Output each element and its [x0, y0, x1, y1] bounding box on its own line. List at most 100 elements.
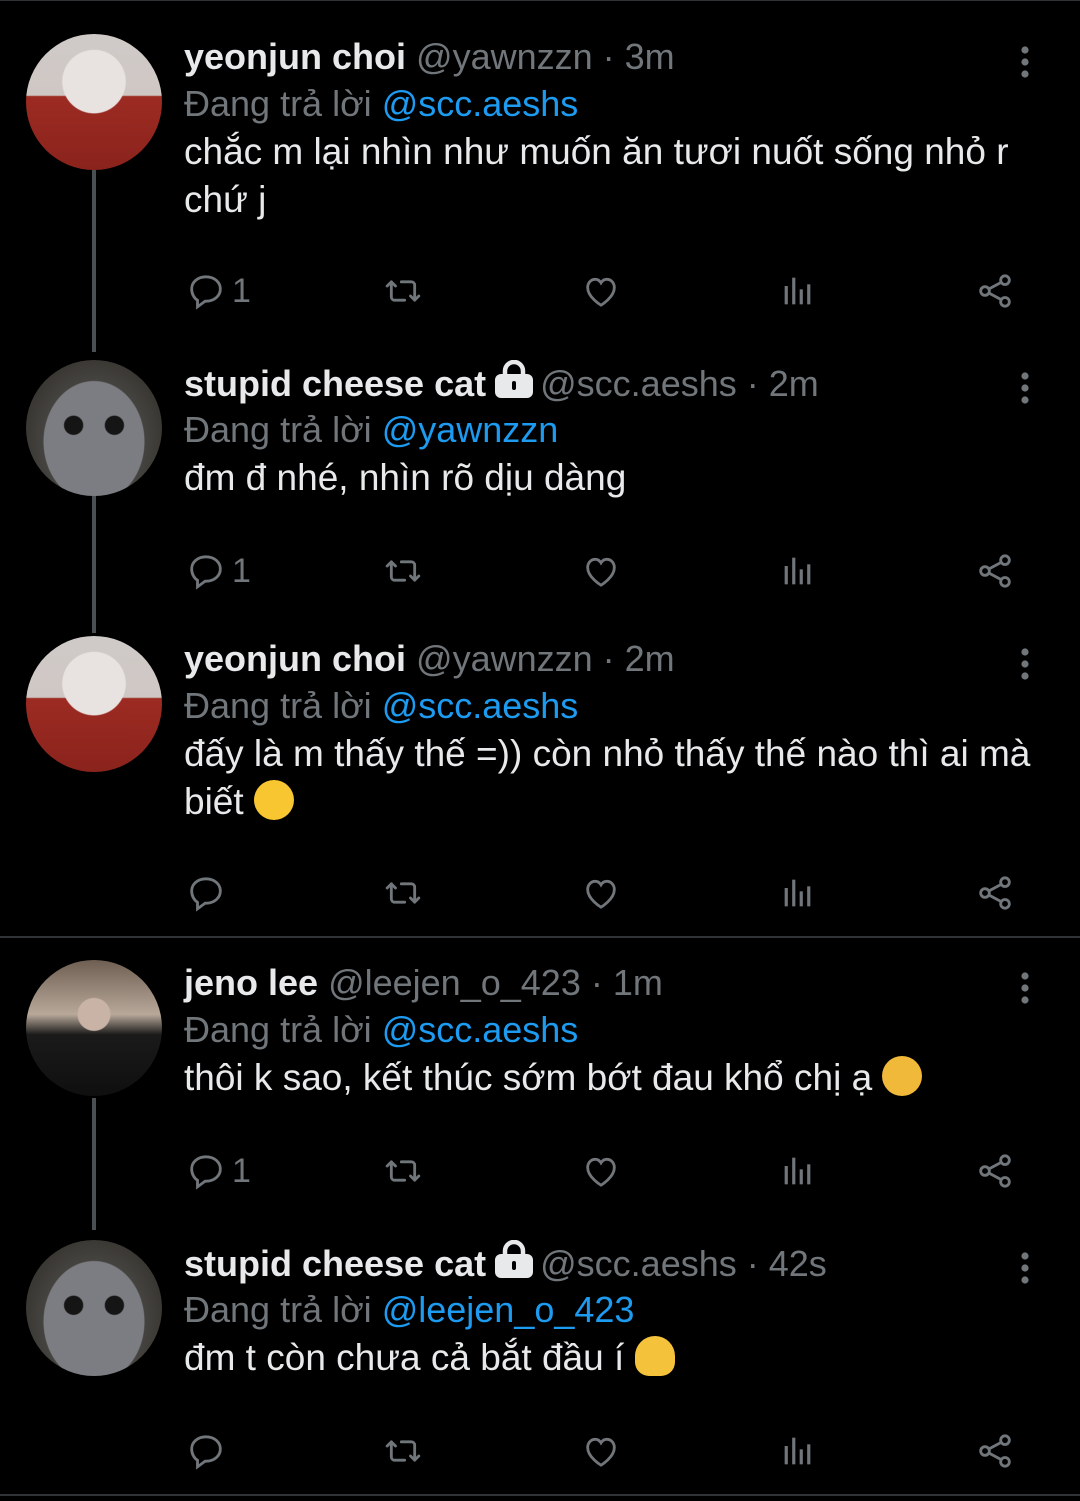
- views-button[interactable]: [778, 1146, 818, 1196]
- smiling-emoji: [882, 1056, 923, 1096]
- tweet[interactable]: yeonjun choi @yawnzzn · 2m Đang trả lời @sc…: [0, 636, 1080, 926]
- views-button[interactable]: [778, 1426, 818, 1476]
- share-button[interactable]: [974, 1146, 1016, 1196]
- retweet-button[interactable]: [380, 546, 426, 596]
- top-divider: [0, 0, 1080, 11]
- views-button[interactable]: [778, 546, 818, 596]
- action-bar: [184, 868, 1044, 918]
- melting-face-emoji: [634, 1336, 675, 1376]
- like-button[interactable]: [580, 868, 622, 918]
- user-handle[interactable]: @scc.aeshs: [540, 1243, 737, 1284]
- user-handle[interactable]: @yawnzzn: [416, 638, 593, 679]
- separator-dot: ·: [746, 1243, 759, 1284]
- share-button[interactable]: [974, 266, 1016, 316]
- user-handle[interactable]: @yawnzzn: [416, 36, 593, 77]
- reply-button[interactable]: 1: [186, 266, 251, 316]
- share-icon: [979, 274, 1011, 308]
- retweet-button[interactable]: [380, 266, 426, 316]
- tweet-text-content: đấy là m thấy thế =)) còn nhỏ thấy thế n…: [184, 733, 1031, 822]
- more-icon[interactable]: [1012, 368, 1038, 408]
- mention-link[interactable]: @scc.aeshs: [382, 83, 579, 124]
- views-button[interactable]: [778, 868, 818, 918]
- tweet[interactable]: yeonjun choi @yawnzzn · 3m Đang trả lời @sc…: [0, 34, 1080, 334]
- user-handle[interactable]: @leejen_o_423: [328, 962, 581, 1003]
- reply-count: 1: [232, 551, 251, 590]
- tweet[interactable]: stupid cheese cat @scc.aeshs · 2m Đang trả l…: [0, 359, 1080, 620]
- views-button[interactable]: [778, 266, 818, 316]
- display-name[interactable]: jeno lee: [184, 962, 318, 1003]
- reply-icon: [190, 555, 222, 590]
- tweet[interactable]: jeno lee @leejen_o_423 · 1m Đang trả lời @s…: [0, 960, 1080, 1220]
- share-button[interactable]: [974, 868, 1016, 918]
- like-button[interactable]: [580, 1426, 622, 1476]
- more-icon[interactable]: [1012, 1248, 1038, 1288]
- share-icon: [979, 554, 1011, 588]
- reply-button[interactable]: [186, 868, 232, 918]
- reply-icon: [190, 877, 222, 912]
- like-icon: [586, 879, 616, 909]
- timestamp[interactable]: 2m: [625, 638, 675, 679]
- timestamp[interactable]: 3m: [625, 36, 675, 77]
- like-icon: [586, 1157, 616, 1187]
- like-icon: [586, 277, 616, 307]
- more-icon[interactable]: [1012, 42, 1038, 82]
- tweet-header: stupid cheese cat @scc.aeshs · 42s: [184, 1239, 827, 1286]
- more-icon[interactable]: [1012, 644, 1038, 684]
- laughing-tears-emoji: [253, 780, 294, 820]
- action-bar: 1: [184, 546, 1044, 596]
- display-name[interactable]: stupid cheese cat: [184, 1243, 486, 1284]
- retweet-icon: [385, 560, 421, 582]
- timestamp[interactable]: 1m: [613, 962, 663, 1003]
- avatar-jeno[interactable]: [26, 960, 162, 1096]
- tweet-text: đấy là m thấy thế =)) còn nhỏ thấy thế n…: [184, 730, 1044, 826]
- tweet-text-content: đm t còn chưa cả bắt đầu í: [184, 1337, 625, 1378]
- views-icon: [784, 879, 811, 907]
- replying-to-label: Đang trả lời: [184, 409, 382, 450]
- retweet-button[interactable]: [380, 1426, 426, 1476]
- mention-link[interactable]: @scc.aeshs: [382, 1009, 579, 1050]
- conversation-divider: [0, 936, 1080, 938]
- reply-count: 1: [232, 271, 251, 310]
- avatar-cat[interactable]: [26, 1240, 162, 1376]
- share-icon: [979, 876, 1011, 910]
- more-icon[interactable]: [1012, 968, 1038, 1008]
- mention-link[interactable]: @yawnzzn: [382, 409, 559, 450]
- separator-dot: ·: [602, 638, 615, 679]
- mention-link[interactable]: @scc.aeshs: [382, 685, 579, 726]
- like-button[interactable]: [580, 1146, 622, 1196]
- user-handle[interactable]: @scc.aeshs: [540, 363, 737, 404]
- tweet-header: jeno lee @leejen_o_423 · 1m: [184, 960, 663, 1006]
- reply-button[interactable]: 1: [186, 1146, 251, 1196]
- share-icon: [979, 1434, 1011, 1468]
- share-button[interactable]: [974, 1426, 1016, 1476]
- share-button[interactable]: [974, 546, 1016, 596]
- avatar-cat[interactable]: [26, 360, 162, 496]
- reply-button[interactable]: 1: [186, 546, 251, 596]
- reply-count: 1: [232, 1151, 251, 1190]
- tweet-text: thôi k sao, kết thúc sớm bớt đau khổ chị…: [184, 1054, 1044, 1102]
- reply-icon: [190, 1155, 222, 1190]
- avatar-yeonjun[interactable]: [26, 636, 162, 772]
- timestamp[interactable]: 42s: [769, 1243, 827, 1284]
- like-icon: [586, 557, 616, 587]
- display-name[interactable]: stupid cheese cat: [184, 363, 486, 404]
- tweet-header: stupid cheese cat @scc.aeshs · 2m: [184, 359, 819, 409]
- lock-icon: [494, 359, 534, 409]
- replying-to-label: Đang trả lời: [184, 1009, 382, 1050]
- reply-button[interactable]: [186, 1426, 232, 1476]
- like-button[interactable]: [580, 546, 622, 596]
- retweet-icon: [385, 882, 421, 904]
- retweet-button[interactable]: [380, 1146, 426, 1196]
- replying-to: Đang trả lời @scc.aeshs: [184, 1007, 578, 1053]
- display-name[interactable]: yeonjun choi: [184, 638, 406, 679]
- mention-link[interactable]: @leejen_o_423: [382, 1289, 635, 1330]
- avatar-yeonjun[interactable]: [26, 34, 162, 170]
- tweet[interactable]: stupid cheese cat @scc.aeshs · 42s Đang trả …: [0, 1239, 1080, 1490]
- like-icon: [586, 1437, 616, 1467]
- like-button[interactable]: [580, 266, 622, 316]
- display-name[interactable]: yeonjun choi: [184, 36, 406, 77]
- tweet-header: yeonjun choi @yawnzzn · 3m: [184, 34, 675, 80]
- retweet-button[interactable]: [380, 868, 426, 918]
- retweet-icon: [385, 280, 421, 302]
- timestamp[interactable]: 2m: [769, 363, 819, 404]
